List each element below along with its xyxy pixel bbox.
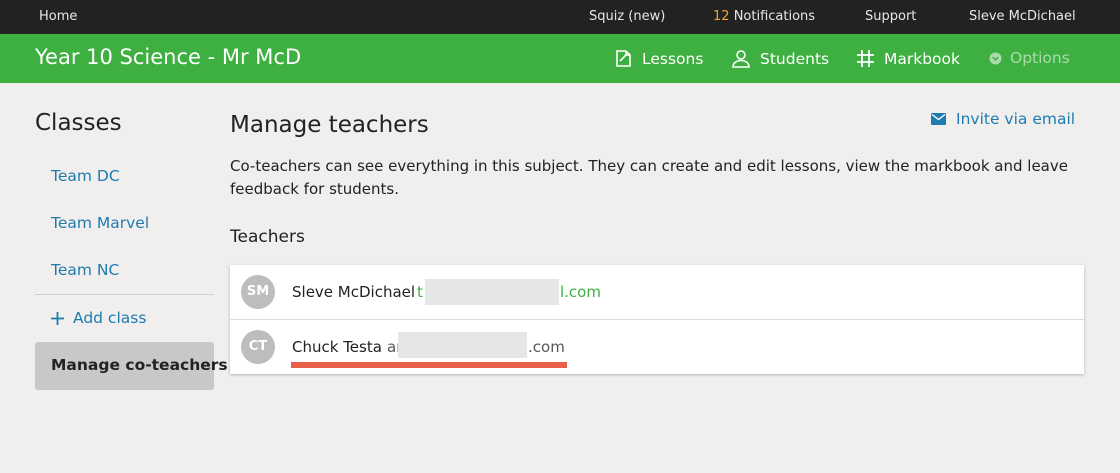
nav-notifications[interactable]: 12 Notifications — [713, 9, 815, 24]
nav-user[interactable]: Sleve McDichael — [969, 9, 1076, 24]
plus-icon — [51, 311, 64, 325]
tab-markbook[interactable]: Markbook — [856, 49, 960, 68]
teacher-name: Chuck Testa — [292, 338, 382, 356]
invite-label: Invite via email — [956, 110, 1076, 128]
highlight-underline — [291, 362, 567, 368]
notifications-label: Notifications — [733, 9, 816, 24]
teachers-list: SM Sleve McDichael t l.com CT Chuck Test… — [230, 265, 1084, 374]
subject-header: Year 10 Science - Mr McD Lessons Student… — [0, 34, 1120, 83]
subject-title: Year 10 Science - Mr McD — [35, 45, 302, 69]
tab-lessons-label: Lessons — [642, 49, 704, 68]
sidebar-item-manage-co-teachers[interactable]: Manage co-teachers — [35, 342, 228, 390]
co-teachers-description: Co-teachers can see everything in this s… — [230, 157, 1068, 198]
tab-students-label: Students — [760, 49, 830, 68]
lessons-icon — [616, 50, 631, 67]
add-class-label: Add class — [73, 309, 147, 327]
chevron-down-circle-icon — [989, 52, 1002, 64]
teacher-email-end: .com — [528, 338, 565, 356]
teacher-email-start: t — [417, 283, 423, 301]
tab-markbook-label: Markbook — [884, 49, 961, 68]
avatar: SM — [241, 275, 275, 309]
redacted-email — [425, 279, 559, 305]
add-class-button[interactable]: Add class — [51, 309, 146, 327]
page-title: Manage teachers — [230, 112, 429, 138]
avatar: CT — [241, 330, 275, 364]
invite-via-email-button[interactable]: Invite via email — [931, 110, 1075, 128]
markbook-grid-icon — [857, 50, 874, 67]
envelope-icon — [931, 113, 946, 125]
sidebar-divider — [35, 294, 214, 295]
teachers-heading: Teachers — [230, 227, 305, 247]
sidebar-heading: Classes — [35, 110, 122, 136]
tab-students[interactable]: Students — [731, 49, 829, 68]
students-icon — [732, 50, 750, 68]
sidebar-item-team-dc[interactable]: Team DC — [51, 167, 120, 185]
sidebar-item-team-marvel[interactable]: Team Marvel — [51, 214, 149, 232]
nav-squiz[interactable]: Squiz (new) — [589, 9, 665, 24]
nav-home[interactable]: Home — [39, 9, 77, 24]
teacher-name: Sleve McDichael — [292, 283, 416, 301]
nav-support[interactable]: Support — [865, 9, 916, 24]
tab-options-label: Options — [1010, 49, 1070, 67]
top-bar: Home Squiz (new) 12 Notifications Suppor… — [0, 0, 1120, 34]
teacher-email-end: l.com — [560, 283, 601, 301]
notifications-count: 12 — [713, 9, 730, 24]
redacted-email — [398, 332, 527, 358]
tab-options: Options — [989, 49, 1070, 67]
sidebar-item-team-nc[interactable]: Team NC — [51, 261, 119, 279]
teacher-row[interactable]: CT Chuck Testa ar .com — [230, 319, 1084, 374]
teacher-row[interactable]: SM Sleve McDichael t l.com — [230, 265, 1084, 319]
tab-lessons[interactable]: Lessons — [614, 49, 703, 68]
classes-sidebar: Classes Team DC Team Marvel Team NC Add … — [35, 110, 228, 390]
